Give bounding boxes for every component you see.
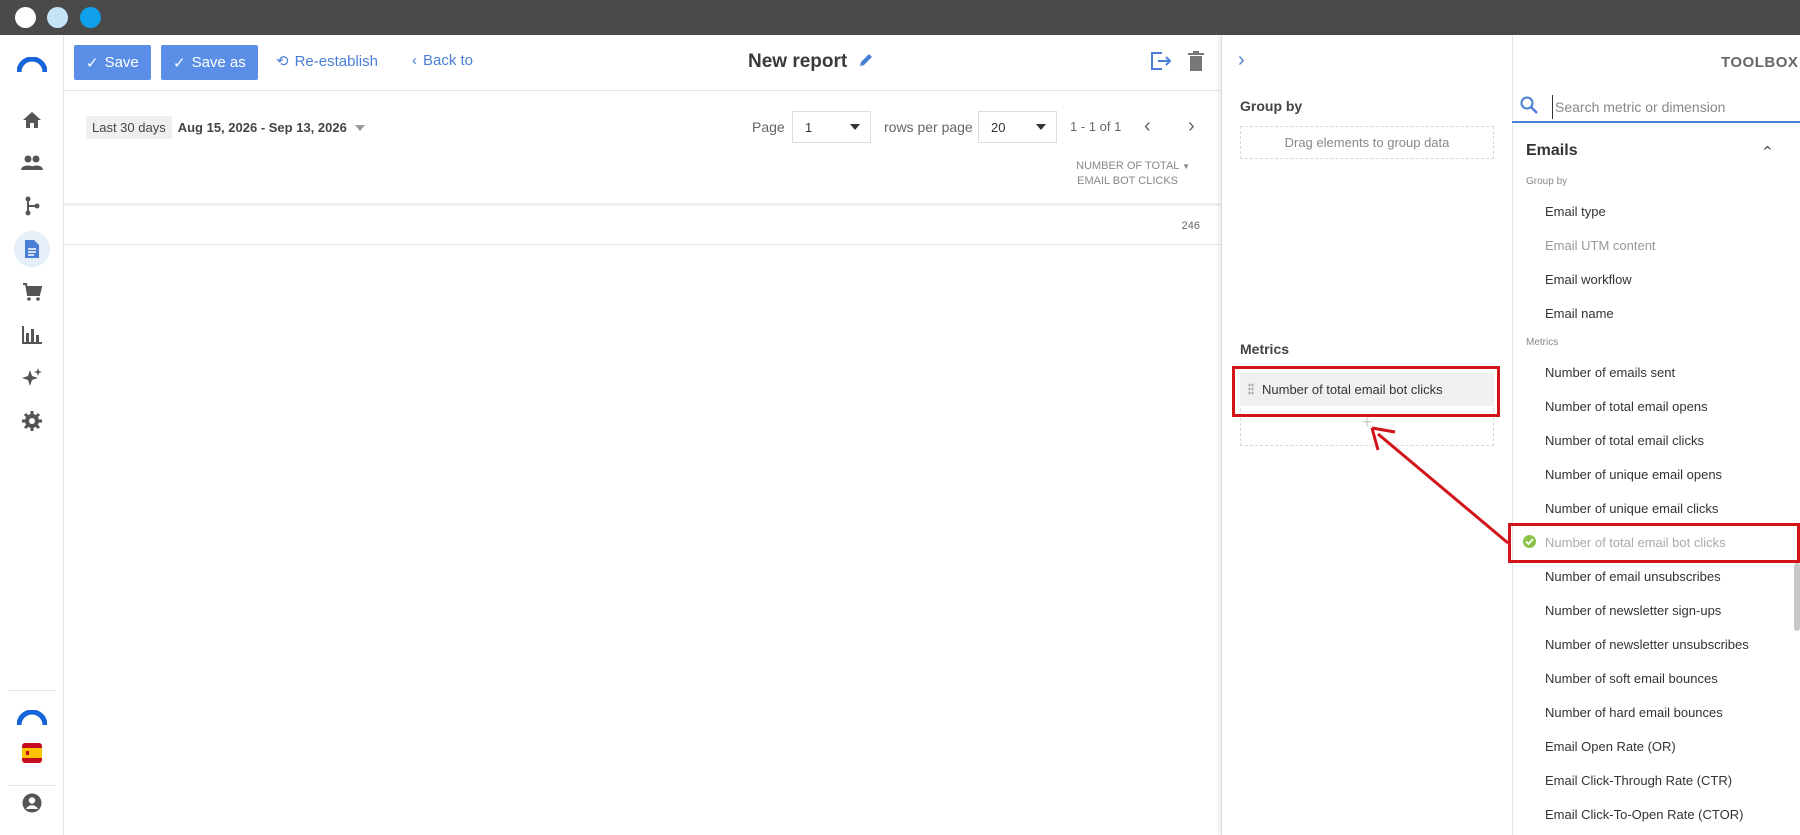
account-icon[interactable]	[14, 785, 50, 821]
group-by-dropzone[interactable]: Drag elements to group data	[1240, 126, 1494, 159]
toolbox-item[interactable]: Number of unique email opens	[1545, 467, 1722, 482]
ai-sparkle-icon[interactable]	[14, 360, 50, 396]
window-titlebar	[0, 0, 1800, 35]
edit-pencil-icon[interactable]	[859, 51, 873, 73]
toolbox-title: TOOLBOX	[1721, 54, 1799, 71]
date-range-picker[interactable]: Last 30 days Aug 15, 2026 - Sep 13, 2026	[86, 116, 365, 139]
workflow-icon[interactable]	[14, 188, 50, 224]
toolbox-item[interactable]: Number of total email clicks	[1545, 433, 1704, 448]
toolbox-scrollbar[interactable]	[1794, 563, 1800, 631]
toolbox-item[interactable]: Number of emails sent	[1545, 365, 1675, 380]
search-input[interactable]	[1552, 95, 1782, 119]
page-select[interactable]: 1	[792, 111, 871, 143]
restore-icon: ⟲	[276, 53, 289, 70]
category-title[interactable]: Emails	[1526, 142, 1578, 160]
date-range-text: Aug 15, 2026 - Sep 13, 2026	[177, 120, 347, 135]
table-header-divider	[64, 203, 1221, 206]
reestablish-button[interactable]: ⟲ Re-establish	[276, 52, 378, 71]
metrics-title: Metrics	[1240, 341, 1290, 357]
toolbox-item[interactable]: Email workflow	[1545, 272, 1632, 287]
collapse-panel-icon[interactable]: ›	[1238, 49, 1245, 72]
toolbox-search	[1512, 91, 1800, 123]
report-header: ✓ Save ✓ Save as ⟲ Re-establish ‹ Back t…	[64, 35, 1221, 91]
check-icon: ✓	[173, 54, 186, 72]
toolbox-item[interactable]: Email name	[1545, 306, 1614, 321]
toolbox-item[interactable]: Number of newsletter unsubscribes	[1545, 637, 1749, 652]
highlight-box-metric	[1232, 366, 1500, 417]
toolbox-item[interactable]: Number of unique email clicks	[1545, 501, 1718, 516]
page-label: Page	[752, 119, 785, 135]
window-maximize-button[interactable]	[80, 7, 101, 28]
toolbox-item[interactable]: Number of email unsubscribes	[1545, 569, 1721, 584]
column-header-bot-clicks[interactable]: NUMBER OF TOTAL ▼ EMAIL BOT CLICKS	[1060, 159, 1190, 189]
reports-icon[interactable]	[14, 231, 50, 267]
chevron-up-icon[interactable]: ›	[1759, 145, 1777, 150]
toolbox-item[interactable]: Email Open Rate (OR)	[1545, 739, 1676, 754]
table-cell-value: 246	[1181, 220, 1200, 232]
toolbox-item[interactable]: Number of total email opens	[1545, 399, 1708, 414]
sort-caret-icon: ▼	[1182, 162, 1190, 171]
toolbox-item[interactable]: Number of newsletter sign-ups	[1545, 603, 1721, 618]
check-icon: ✓	[86, 54, 99, 72]
brand-icon[interactable]	[14, 700, 50, 736]
rows-per-page-label: rows per page	[884, 119, 973, 135]
toolbox-item[interactable]: Email Click-To-Open Rate (CTOR)	[1545, 807, 1743, 822]
prev-page-icon[interactable]: ‹	[1144, 115, 1151, 138]
report-title: New report	[748, 51, 873, 73]
window-minimize-button[interactable]	[47, 7, 68, 28]
save-button[interactable]: ✓ Save	[74, 45, 151, 80]
analytics-icon[interactable]	[14, 317, 50, 353]
left-sidebar	[0, 35, 64, 835]
metrics-sublabel: Metrics	[1526, 337, 1559, 348]
range-info: 1 - 1 of 1	[1070, 119, 1122, 134]
cart-icon[interactable]	[14, 274, 50, 310]
search-icon	[1520, 96, 1538, 119]
save-as-button[interactable]: ✓ Save as	[161, 45, 258, 80]
next-page-icon[interactable]: ›	[1188, 115, 1195, 138]
table-row-divider	[64, 244, 1221, 245]
chevron-left-icon: ‹	[412, 52, 417, 69]
chevron-down-icon	[354, 124, 365, 131]
trash-icon[interactable]	[1188, 51, 1204, 76]
logo-icon[interactable]	[14, 47, 50, 83]
home-icon[interactable]	[14, 102, 50, 138]
group-by-sublabel: Group by	[1526, 176, 1568, 187]
toolbox-item[interactable]: Number of hard email bounces	[1545, 705, 1723, 720]
chevron-down-icon	[1036, 124, 1046, 130]
date-preset: Last 30 days	[86, 116, 172, 139]
settings-icon[interactable]	[14, 403, 50, 439]
report-config-panel: › Group by Drag elements to group data M…	[1221, 35, 1512, 835]
toolbox-item[interactable]: Number of soft email bounces	[1545, 671, 1718, 686]
spain-flag-icon[interactable]	[14, 735, 50, 771]
users-icon[interactable]	[14, 145, 50, 181]
rows-per-page-select[interactable]: 20	[978, 111, 1057, 143]
toolbox-item[interactable]: Email type	[1545, 204, 1606, 219]
group-by-title: Group by	[1240, 98, 1303, 114]
toolbox-item[interactable]: Email UTM content	[1545, 238, 1656, 253]
window-close-button[interactable]	[15, 7, 36, 28]
export-icon[interactable]	[1150, 51, 1172, 76]
toolbox-item[interactable]: Email Click-Through Rate (CTR)	[1545, 773, 1732, 788]
chevron-down-icon	[850, 124, 860, 130]
highlight-box-toolbox	[1508, 523, 1800, 563]
back-button[interactable]: ‹ Back to	[412, 52, 473, 69]
